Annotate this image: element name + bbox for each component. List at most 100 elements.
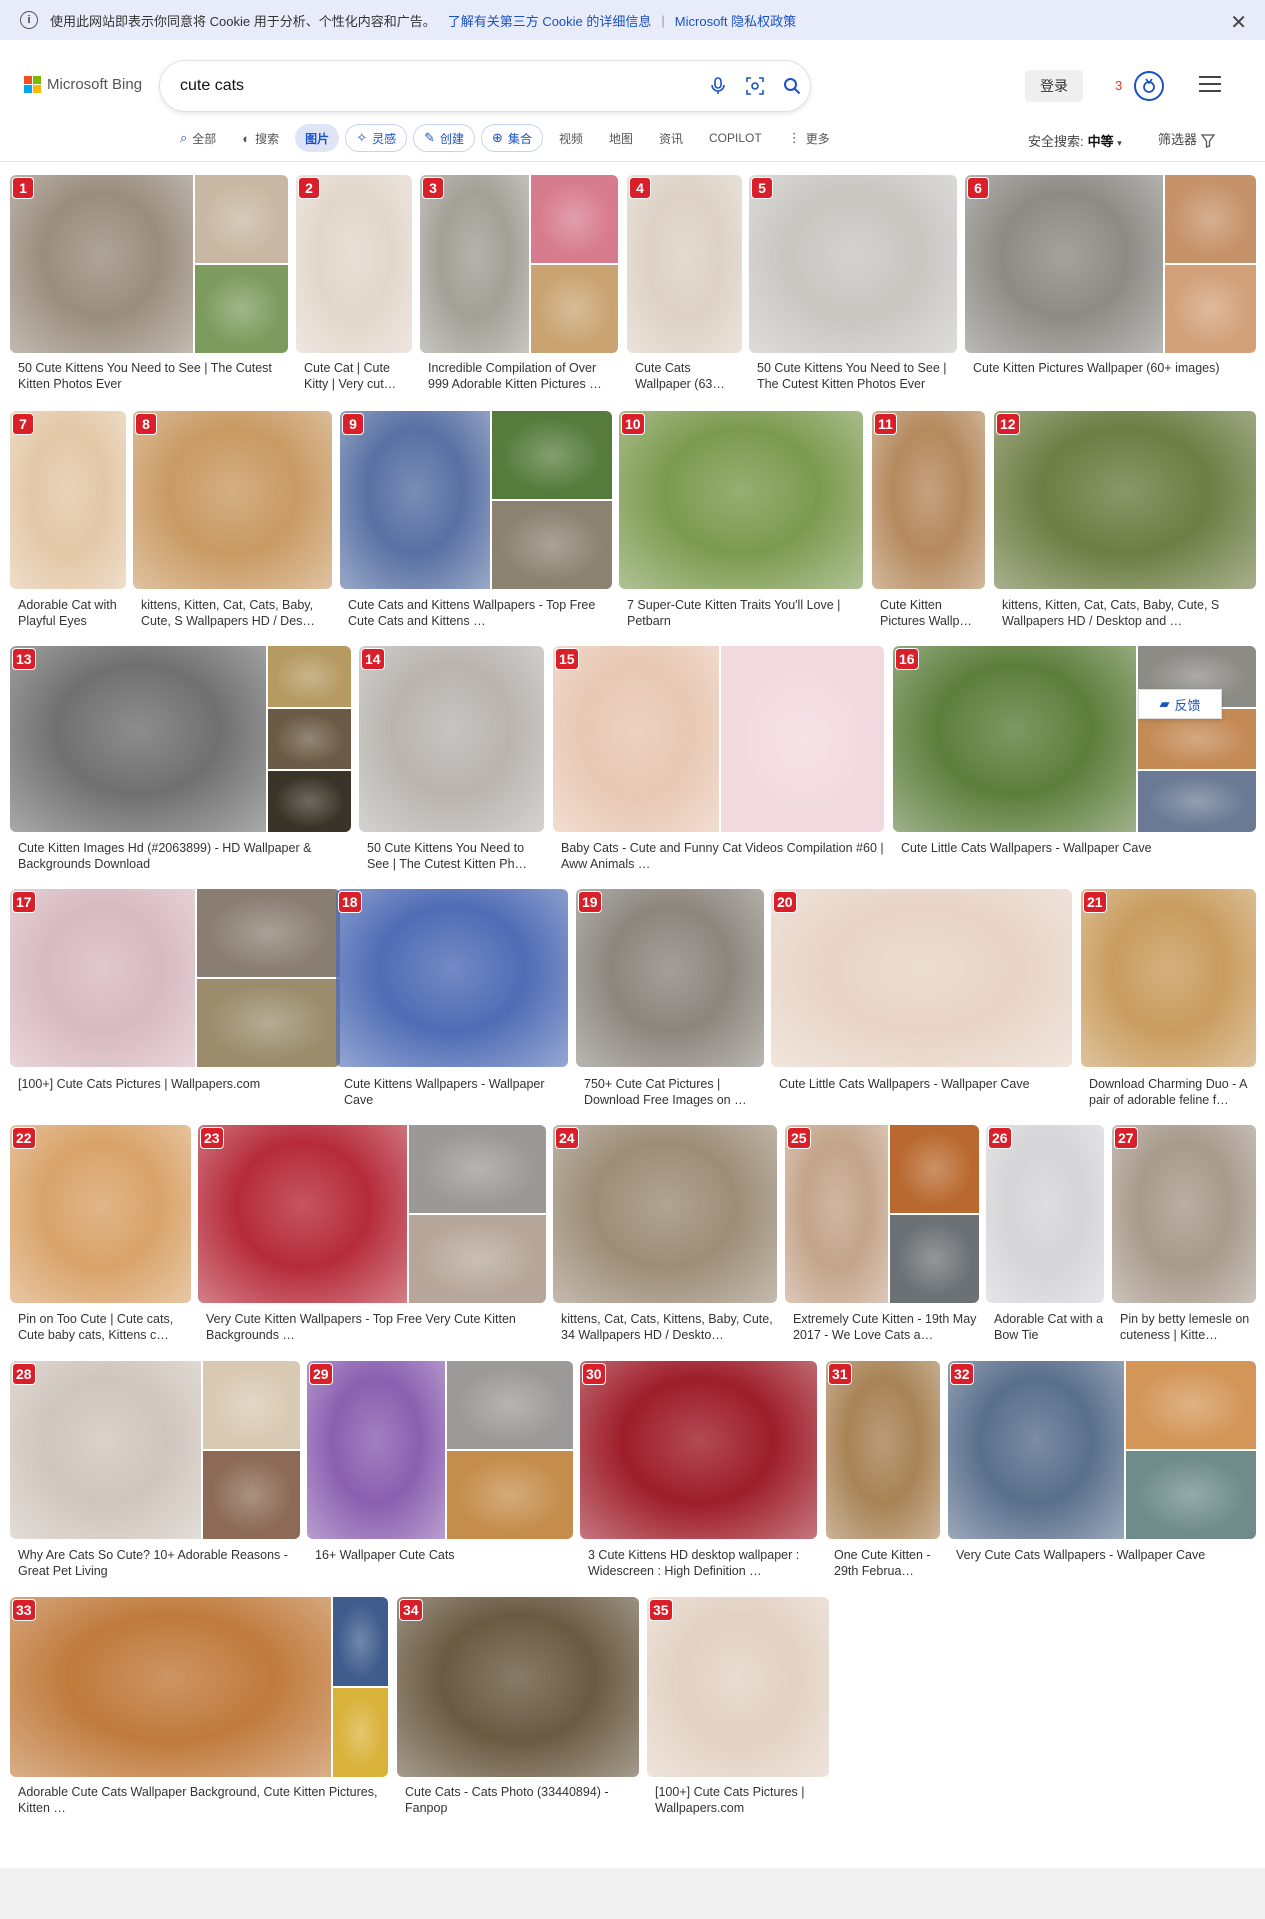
result-thumbnail[interactable]: 25: [785, 1125, 979, 1303]
thumbnail-image: [10, 1125, 191, 1303]
result-thumbnail[interactable]: 27: [1112, 1125, 1256, 1303]
tab-images[interactable]: 图片: [295, 124, 340, 152]
result-thumbnail[interactable]: 23: [198, 1125, 546, 1303]
result-thumbnail[interactable]: 7: [10, 411, 126, 589]
result-caption[interactable]: Extremely Cute Kitten - 19th May 2017 - …: [793, 1311, 979, 1343]
result-thumbnail[interactable]: 21: [1081, 889, 1256, 1067]
result-caption[interactable]: Very Cute Kitten Wallpapers - Top Free V…: [206, 1311, 546, 1343]
tab-create[interactable]: ✎ 创建: [413, 124, 476, 152]
result-caption[interactable]: Cute Kittens Wallpapers - Wallpaper Cave: [344, 1076, 568, 1108]
third-party-cookie-link[interactable]: 了解有关第三方 Cookie 的详细信息: [448, 11, 652, 30]
result-caption[interactable]: [100+] Cute Cats Pictures | Wallpapers.c…: [655, 1784, 829, 1816]
result-thumbnail[interactable]: 1: [10, 175, 288, 353]
result-caption[interactable]: kittens, Kitten, Cat, Cats, Baby, Cute, …: [141, 597, 331, 629]
result-thumbnail[interactable]: 10: [619, 411, 863, 589]
result-thumbnail[interactable]: 12: [994, 411, 1256, 589]
feedback-button[interactable]: ▰ 反馈: [1138, 689, 1222, 719]
rewards-points[interactable]: 3: [1115, 78, 1122, 93]
result-thumbnail[interactable]: 6: [965, 175, 1256, 353]
tab-inspire[interactable]: ✧ 灵感: [345, 124, 408, 152]
tab-maps[interactable]: 地图: [599, 124, 643, 152]
result-caption[interactable]: kittens, Kitten, Cat, Cats, Baby, Cute, …: [1002, 597, 1256, 629]
result-thumbnail[interactable]: 2: [296, 175, 412, 353]
microphone-icon[interactable]: [706, 74, 730, 98]
result-thumbnail[interactable]: 22: [10, 1125, 191, 1303]
result-caption[interactable]: 50 Cute Kittens You Need to See | The Cu…: [367, 840, 544, 872]
thumbnail-image: [528, 175, 618, 263]
thumbnail-collage: [194, 889, 340, 1067]
result-caption[interactable]: 16+ Wallpaper Cute Cats: [315, 1547, 573, 1563]
rewards-icon[interactable]: [1134, 71, 1164, 101]
close-icon[interactable]: ✕: [1230, 10, 1247, 35]
result-thumbnail[interactable]: 24: [553, 1125, 777, 1303]
result-thumbnail[interactable]: 8: [133, 411, 332, 589]
result-caption[interactable]: Cute Kitten Pictures Wallpaper (60+ imag…: [973, 360, 1256, 376]
result-thumbnail[interactable]: 34: [397, 1597, 639, 1777]
result-thumbnail[interactable]: 17: [10, 889, 340, 1067]
result-thumbnail[interactable]: 15: [553, 646, 884, 832]
tab-videos[interactable]: 视频: [549, 124, 593, 152]
search-input[interactable]: [180, 77, 660, 95]
tab-more[interactable]: ⋮ 更多: [778, 124, 840, 152]
result-caption[interactable]: Pin by betty lemesle on cuteness | Kitte…: [1120, 1311, 1256, 1343]
result-caption[interactable]: kittens, Cat, Cats, Kittens, Baby, Cute,…: [561, 1311, 777, 1343]
result-caption[interactable]: Incredible Compilation of Over 999 Adora…: [428, 360, 618, 392]
result-caption[interactable]: [100+] Cute Cats Pictures | Wallpapers.c…: [18, 1076, 340, 1092]
result-caption[interactable]: 7 Super-Cute Kitten Traits You'll Love |…: [627, 597, 863, 629]
result-thumbnail[interactable]: 29: [307, 1361, 573, 1539]
tab-copilot[interactable]: COPILOT: [699, 124, 772, 152]
result-caption[interactable]: One Cute Kitten - 29th Februa…: [834, 1547, 940, 1579]
result-thumbnail[interactable]: 30: [580, 1361, 817, 1539]
result-caption[interactable]: Cute Little Cats Wallpapers - Wallpaper …: [779, 1076, 1072, 1092]
result-thumbnail[interactable]: 11: [872, 411, 985, 589]
result-caption[interactable]: Cute Cats - Cats Photo (33440894) - Fanp…: [405, 1784, 639, 1816]
result-caption[interactable]: Cute Cat | Cute Kitty | Very cut…: [304, 360, 412, 392]
result-caption[interactable]: 3 Cute Kittens HD desktop wallpaper : Wi…: [588, 1547, 817, 1579]
result-thumbnail[interactable]: 18: [336, 889, 568, 1067]
result-thumbnail[interactable]: 14: [359, 646, 544, 832]
bing-logo[interactable]: Microsoft Bing: [24, 76, 142, 93]
result-caption[interactable]: Why Are Cats So Cute? 10+ Adorable Reaso…: [18, 1547, 300, 1579]
safe-search-dropdown[interactable]: 安全搜索: 中等 ▾: [1028, 131, 1122, 150]
privacy-policy-link[interactable]: Microsoft 隐私权政策: [675, 11, 796, 30]
result-thumbnail[interactable]: 3: [420, 175, 618, 353]
result-caption[interactable]: Adorable Cute Cats Wallpaper Background,…: [18, 1784, 388, 1816]
tab-search[interactable]: ◐ 搜索: [232, 124, 289, 152]
result-caption[interactable]: Cute Kitten Pictures Wallp…: [880, 597, 986, 629]
signin-button[interactable]: 登录: [1025, 70, 1083, 102]
result-thumbnail[interactable]: 5: [749, 175, 957, 353]
result-thumbnail[interactable]: 32: [948, 1361, 1256, 1539]
hamburger-menu-icon[interactable]: [1199, 76, 1221, 97]
result-caption[interactable]: Cute Cats Wallpaper (63…: [635, 360, 743, 392]
result-thumbnail[interactable]: 35: [647, 1597, 829, 1777]
result-thumbnail[interactable]: 13: [10, 646, 351, 832]
thumbnail-image: [785, 1125, 888, 1303]
result-thumbnail[interactable]: 33: [10, 1597, 388, 1777]
result-thumbnail[interactable]: 16: [893, 646, 1256, 832]
result-thumbnail[interactable]: 20: [771, 889, 1072, 1067]
result-caption[interactable]: 750+ Cute Cat Pictures | Download Free I…: [584, 1076, 764, 1108]
result-thumbnail[interactable]: 31: [826, 1361, 940, 1539]
result-thumbnail[interactable]: 9: [340, 411, 612, 589]
result-caption[interactable]: 50 Cute Kittens You Need to See | The Cu…: [757, 360, 957, 392]
result-caption[interactable]: 50 Cute Kittens You Need to See | The Cu…: [18, 360, 288, 392]
result-caption[interactable]: Baby Cats - Cute and Funny Cat Videos Co…: [561, 840, 884, 872]
search-icon[interactable]: [780, 74, 804, 98]
result-thumbnail[interactable]: 28: [10, 1361, 300, 1539]
result-caption[interactable]: Cute Little Cats Wallpapers - Wallpaper …: [901, 840, 1256, 856]
visual-search-icon[interactable]: [743, 74, 767, 98]
result-caption[interactable]: Very Cute Cats Wallpapers - Wallpaper Ca…: [956, 1547, 1256, 1563]
tab-collections[interactable]: ⊕ 集合: [481, 124, 543, 152]
result-thumbnail[interactable]: 4: [627, 175, 742, 353]
result-caption[interactable]: Pin on Too Cute | Cute cats, Cute baby c…: [18, 1311, 191, 1343]
tab-news[interactable]: 资讯: [649, 124, 693, 152]
result-caption[interactable]: Cute Cats and Kittens Wallpapers - Top F…: [348, 597, 612, 629]
result-caption[interactable]: Cute Kitten Images Hd (#2063899) - HD Wa…: [18, 840, 351, 872]
result-caption[interactable]: Download Charming Duo - A pair of adorab…: [1089, 1076, 1256, 1108]
tab-all[interactable]: ⌕ 全部: [170, 124, 226, 152]
result-caption[interactable]: Adorable Cat with a Bow Tie: [994, 1311, 1104, 1343]
result-caption[interactable]: Adorable Cat with Playful Eyes: [18, 597, 126, 629]
filter-button[interactable]: 筛选器: [1158, 129, 1215, 148]
result-thumbnail[interactable]: 19: [576, 889, 764, 1067]
result-thumbnail[interactable]: 26: [986, 1125, 1104, 1303]
